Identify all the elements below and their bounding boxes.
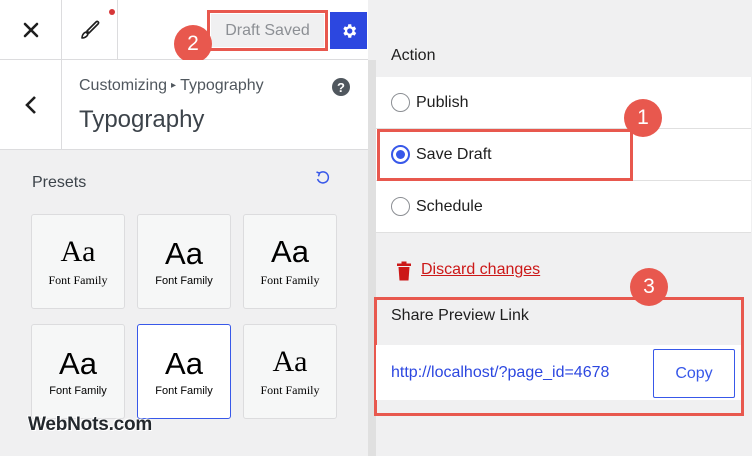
share-preview-label: Share Preview Link [391,307,529,324]
settings-button[interactable] [330,12,367,49]
preset-sample: Aa [271,234,309,269]
preset-tile[interactable]: Aa Font Family [243,214,337,309]
preset-sample: Aa [272,345,308,378]
preset-tile-selected[interactable]: Aa Font Family [137,324,231,419]
option-schedule[interactable]: Schedule [376,181,751,233]
option-label: Schedule [416,198,483,215]
back-button[interactable] [0,60,62,150]
preset-sample: Aa [165,235,203,271]
draft-saved-highlight: Draft Saved [207,10,328,51]
page-title: Typography [79,106,205,133]
schedule-radio[interactable] [391,197,410,216]
preset-tile[interactable]: Aa Font Family [31,324,125,419]
action-label: Action [391,47,436,64]
reset-icon[interactable] [315,170,331,186]
preset-sample: Aa [165,345,203,381]
copy-button[interactable]: Copy [653,349,735,398]
gear-icon [342,23,356,38]
breadcrumb-prefix: Customizing [79,77,168,94]
preset-label: Font Family [155,274,213,287]
preset-label: Font Family [260,273,320,287]
breadcrumb-arrow-icon: ▸ [171,80,177,91]
save-draft-highlight [377,129,633,181]
preset-sample: Aa [60,235,96,268]
share-preview-row: http://localhost/?page_id=4678 Copy [376,345,741,400]
annotation-badge-2: 2 [174,25,212,63]
preset-label: Font Family [48,273,108,287]
breadcrumb: Customizing ▸ Typography [79,77,264,95]
share-url-field[interactable]: http://localhost/?page_id=4678 [391,364,653,382]
breadcrumb-section: Typography [180,77,264,94]
chevron-left-icon [24,96,36,114]
presets-label: Presets [32,174,87,191]
preset-label: Font Family [260,383,320,397]
close-button[interactable] [0,0,62,60]
watermark-logo: WebNots.com [28,414,153,435]
option-label: Publish [416,94,469,111]
trash-icon[interactable] [396,261,412,281]
discard-changes-link[interactable]: Discard changes [421,261,540,279]
draft-saved-button[interactable]: Draft Saved [211,14,324,47]
close-icon [23,22,38,38]
paintbrush-icon [80,20,99,39]
notification-dot [109,9,115,15]
annotation-badge-1: 1 [624,99,662,137]
section-header: Customizing ▸ Typography Typography ? [0,60,368,150]
annotation-badge-3: 3 [630,268,668,306]
preset-label: Font Family [49,384,107,397]
customizer-sidebar: Draft Saved 2 Customizing ▸ Typography Typ… [0,0,368,456]
option-publish[interactable]: Publish [376,77,751,129]
preset-tile[interactable]: Aa Font Family [31,214,125,309]
help-icon[interactable]: ? [332,78,350,96]
preset-tile[interactable]: Aa Font Family [243,324,337,419]
preset-tile[interactable]: Aa Font Family [137,214,231,309]
publish-radio[interactable] [391,93,410,112]
preset-label: Font Family [155,384,213,397]
preset-sample: Aa [59,345,97,381]
